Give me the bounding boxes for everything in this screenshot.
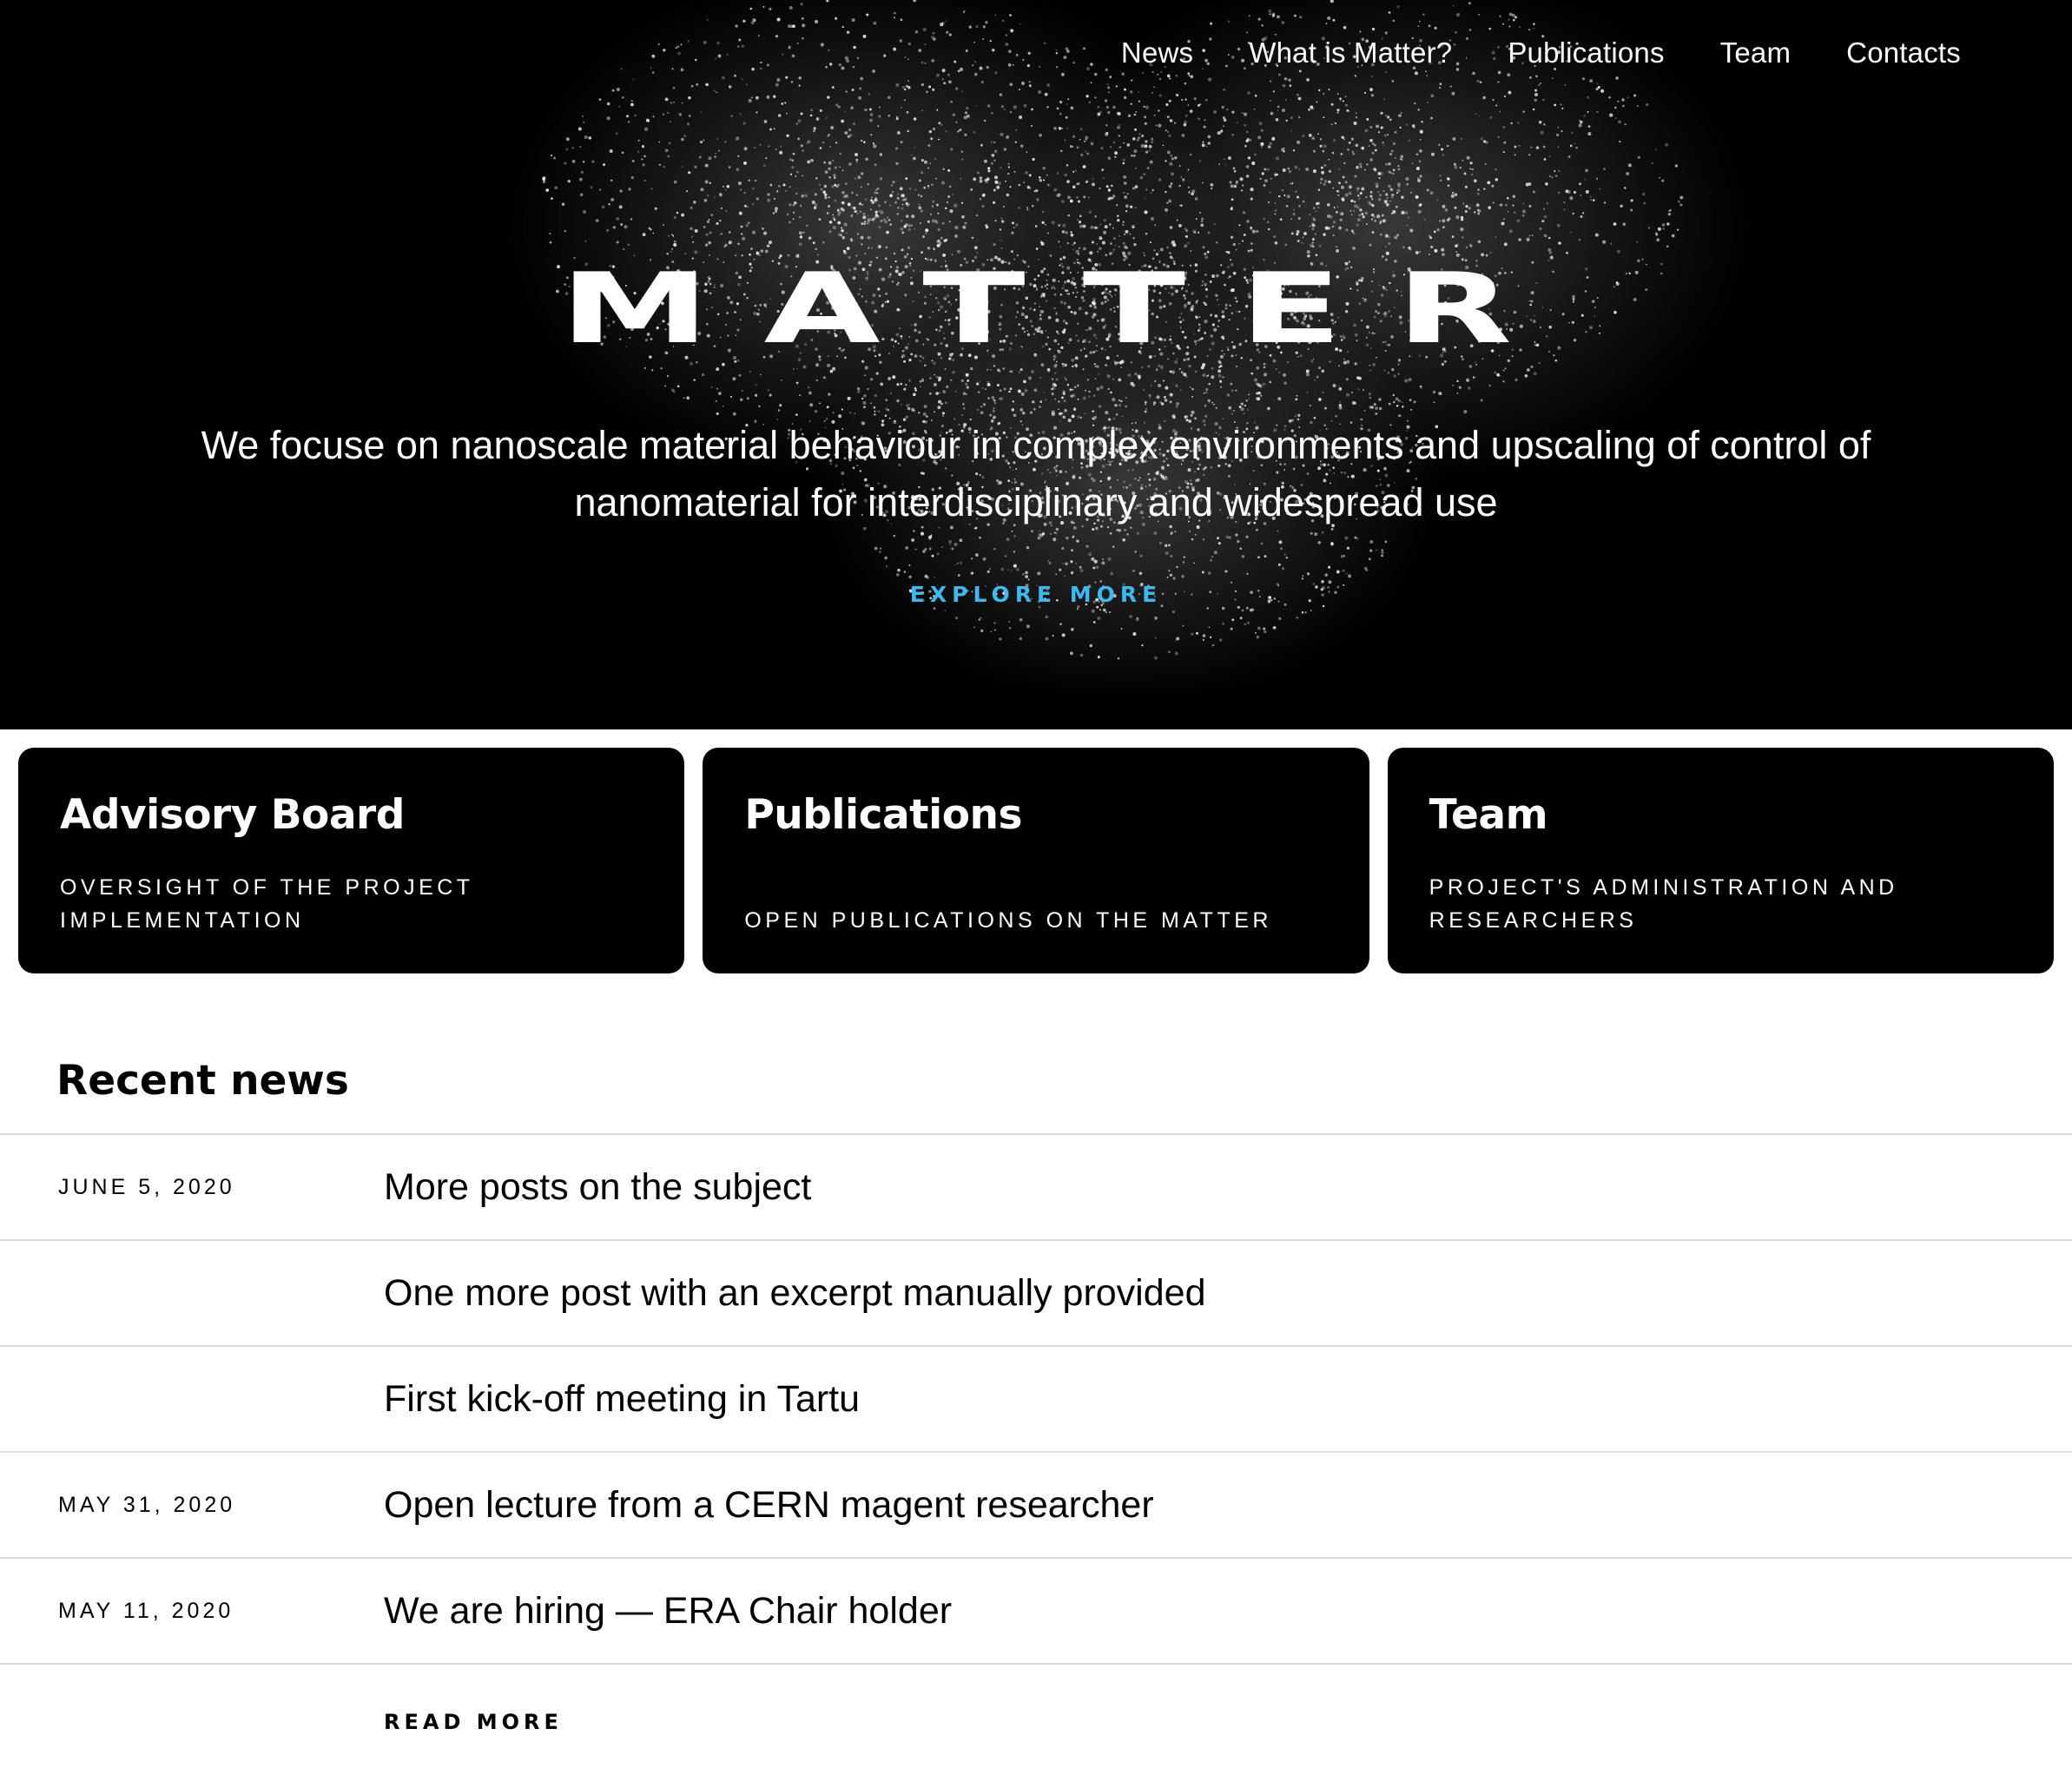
explore-more-link[interactable]: EXPLORE MORE bbox=[910, 582, 1162, 607]
card-subtitle: Project's administration and researchers bbox=[1429, 875, 1898, 933]
card-advisory-board[interactable]: Advisory Board Oversight of the project … bbox=[18, 748, 685, 973]
card-publications[interactable]: Publications Open publications on the ma… bbox=[703, 748, 1369, 973]
hero-lead-line-1: We focuse on nanoscale material behaviou… bbox=[201, 423, 1871, 467]
news-title[interactable]: First kick-off meeting in Tartu bbox=[384, 1378, 860, 1421]
hero-cta-wrapper: EXPLORE MORE bbox=[0, 582, 2072, 607]
feature-cards: Advisory Board Oversight of the project … bbox=[18, 748, 2054, 973]
hero-lead-line-2: nanomaterial for interdisciplinary and w… bbox=[574, 480, 1498, 525]
nav-contacts[interactable]: Contacts bbox=[1846, 36, 1961, 69]
card-team[interactable]: Team Project's administration and resear… bbox=[1387, 748, 2054, 973]
site-logo: MATTER bbox=[559, 253, 1567, 366]
news-date: May 31, 2020 bbox=[58, 1492, 236, 1517]
main-nav: News What is Matter? Publications Team C… bbox=[1121, 36, 1961, 69]
card-title: Advisory Board bbox=[60, 791, 405, 839]
card-title: Publications bbox=[744, 791, 1022, 839]
news-date: May 11, 2020 bbox=[58, 1598, 234, 1623]
news-date: June 5, 2020 bbox=[58, 1174, 235, 1199]
news-item[interactable]: May 31, 2020 Open lecture from a CERN ma… bbox=[0, 1453, 2072, 1559]
hero-section: News What is Matter? Publications Team C… bbox=[0, 0, 2072, 729]
recent-news-heading: Recent news bbox=[56, 1057, 349, 1105]
news-title[interactable]: More posts on the subject bbox=[384, 1166, 811, 1209]
news-item[interactable]: June 5, 2020 More posts on the subject bbox=[0, 1135, 2072, 1241]
nav-news[interactable]: News bbox=[1121, 36, 1193, 69]
news-title[interactable]: One more post with an excerpt manually p… bbox=[384, 1272, 1205, 1315]
card-subtitle: Open publications on the matter bbox=[744, 908, 1272, 933]
read-more-wrapper: READ MORE bbox=[0, 1710, 2072, 1734]
nav-what-is-matter[interactable]: What is Matter? bbox=[1249, 36, 1452, 69]
news-title[interactable]: We are hiring — ERA Chair holder bbox=[384, 1590, 952, 1633]
card-subtitle: Oversight of the project implementation bbox=[60, 875, 474, 933]
nav-publications[interactable]: Publications bbox=[1508, 36, 1664, 69]
news-item[interactable]: One more post with an excerpt manually p… bbox=[0, 1241, 2072, 1347]
news-list: June 5, 2020 More posts on the subject O… bbox=[0, 1133, 2072, 1665]
news-title[interactable]: Open lecture from a CERN magent research… bbox=[384, 1484, 1154, 1527]
recent-news-section: Recent news June 5, 2020 More posts on t… bbox=[0, 1055, 2072, 1734]
nav-team[interactable]: Team bbox=[1720, 36, 1792, 69]
read-more-link[interactable]: READ MORE bbox=[384, 1710, 563, 1734]
news-item[interactable]: May 11, 2020 We are hiring — ERA Chair h… bbox=[0, 1559, 2072, 1665]
news-item[interactable]: First kick-off meeting in Tartu bbox=[0, 1347, 2072, 1453]
hero-lead-text: We focuse on nanoscale material behaviou… bbox=[0, 417, 2072, 531]
card-title: Team bbox=[1429, 791, 1548, 839]
